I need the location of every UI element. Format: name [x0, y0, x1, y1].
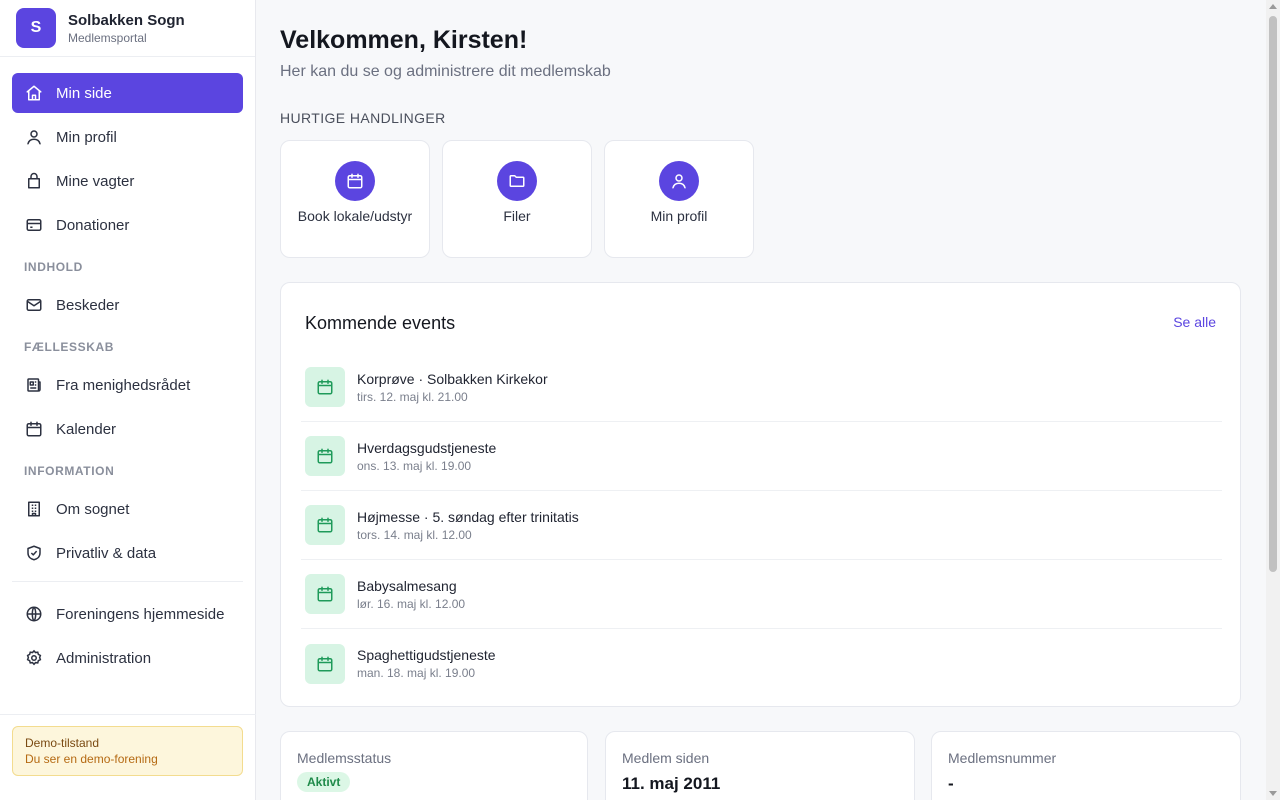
- main-content: Velkommen, Kirsten! Her kan du se og adm…: [256, 0, 1266, 800]
- sidebar-item-beskeder[interactable]: Beskeder: [12, 285, 243, 325]
- stat-value: -: [948, 774, 954, 793]
- quick-action-label: Filer: [503, 208, 531, 224]
- page-subtitle: Her kan du se og administrere dit medlem…: [280, 63, 611, 80]
- page-title: Velkommen, Kirsten!: [280, 26, 528, 54]
- list-item[interactable]: Spaghettigudstjeneste man. 18. maj kl. 1…: [301, 629, 1222, 698]
- sidebar-item-label: Fra menighedsrådet: [56, 376, 191, 394]
- calendar-icon: [305, 643, 345, 684]
- bag-icon: [24, 171, 44, 191]
- sidebar-item-fra-menighedsraadet[interactable]: Fra menighedsrådet: [12, 365, 243, 405]
- calendar-icon: [305, 367, 345, 407]
- nav-section-title: INFORMATION: [24, 464, 115, 478]
- sidebar-item-administration[interactable]: Administration: [12, 638, 243, 678]
- event-name: Højmesse · 5. søndag efter trinitatis: [357, 508, 579, 525]
- calendar-icon: [305, 574, 345, 614]
- quick-action-label: Min profil: [650, 208, 708, 224]
- calendar-icon: [305, 436, 345, 476]
- scroll-up-arrow-icon[interactable]: [1269, 4, 1277, 9]
- shield-icon: [24, 543, 44, 563]
- sidebar-nav: Min side Min profil Mine vagter Donation…: [0, 57, 255, 678]
- events-title: Kommende events: [305, 313, 456, 333]
- sidebar-item-label: Min profil: [56, 128, 117, 146]
- event-date: ons. 13. maj kl. 19.00: [357, 458, 472, 473]
- sidebar-item-label: Min side: [56, 84, 112, 102]
- list-item[interactable]: Hverdagsgudstjeneste ons. 13. maj kl. 19…: [301, 422, 1222, 491]
- event-name: Hverdagsgudstjeneste: [357, 439, 497, 456]
- event-date: tirs. 12. maj kl. 21.00: [357, 389, 468, 404]
- calendar-icon: [335, 161, 375, 201]
- sidebar-item-min-side[interactable]: Min side: [12, 73, 243, 113]
- nav-divider: [12, 581, 243, 582]
- sidebar-item-label: Donationer: [56, 216, 130, 234]
- event-name: Korprøve · Solbakken Kirkekor: [357, 370, 548, 387]
- sidebar-item-label: Privatliv & data: [56, 544, 157, 562]
- event-list: Korprøve · Solbakken Kirkekor tirs. 12. …: [301, 353, 1222, 698]
- demo-title: Demo-tilstand: [25, 736, 100, 750]
- sidebar-divider: [0, 714, 256, 715]
- demo-subtitle: Du ser en demo-forening: [25, 752, 158, 766]
- member-number-card: Medlemsnummer -: [931, 731, 1241, 800]
- event-date: tors. 14. maj kl. 12.00: [357, 527, 472, 542]
- list-item[interactable]: Babysalmesang lør. 16. maj kl. 12.00: [301, 560, 1222, 629]
- sidebar: S Solbakken Sogn Medlemsportal Min side …: [0, 0, 256, 800]
- brand[interactable]: S Solbakken Sogn Medlemsportal: [0, 0, 255, 57]
- sidebar-item-privatliv[interactable]: Privatliv & data: [12, 533, 243, 573]
- stat-label: Medlem siden: [622, 750, 710, 766]
- list-item[interactable]: Korprøve · Solbakken Kirkekor tirs. 12. …: [301, 353, 1222, 422]
- list-item[interactable]: Højmesse · 5. søndag efter trinitatis to…: [301, 491, 1222, 560]
- newspaper-icon: [24, 375, 44, 395]
- quick-action-profile[interactable]: Min profil: [604, 140, 754, 258]
- brand-logo: S: [16, 8, 56, 48]
- sidebar-item-donationer[interactable]: Donationer: [12, 205, 243, 245]
- demo-mode-notice: Demo-tilstand Du ser en demo-forening: [12, 726, 243, 776]
- stat-label: Medlemsstatus: [297, 750, 392, 766]
- sidebar-item-label: Mine vagter: [56, 172, 135, 190]
- sidebar-item-label: Om sognet: [56, 500, 130, 518]
- sidebar-item-kalender[interactable]: Kalender: [12, 409, 243, 449]
- quick-action-label: Book lokale/udstyr: [297, 208, 413, 224]
- status-badge: Aktivt: [297, 772, 351, 792]
- brand-name: Solbakken Sogn: [68, 11, 185, 29]
- member-since-card: Medlem siden 11. maj 2011: [605, 731, 915, 800]
- nav-section-title: INDHOLD: [24, 260, 83, 274]
- quick-actions-heading: HURTIGE HANDLINGER: [280, 110, 446, 126]
- sidebar-item-label: Beskeder: [56, 296, 120, 314]
- nav-section-title: FÆLLESSKAB: [24, 340, 114, 354]
- sidebar-item-label: Foreningens hjemmeside: [56, 605, 225, 623]
- sidebar-item-hjemmeside[interactable]: Foreningens hjemmeside: [12, 594, 243, 634]
- building-icon: [24, 499, 44, 519]
- sidebar-item-label: Administration: [56, 649, 152, 667]
- scroll-thumb[interactable]: [1269, 16, 1277, 572]
- brand-subtitle: Medlemsportal: [68, 30, 147, 45]
- home-icon: [24, 83, 44, 103]
- sidebar-item-mine-vagter[interactable]: Mine vagter: [12, 161, 243, 201]
- stat-value: 11. maj 2011: [622, 774, 721, 793]
- folder-icon: [497, 161, 537, 201]
- sidebar-item-min-profil[interactable]: Min profil: [12, 117, 243, 157]
- sidebar-item-om-sognet[interactable]: Om sognet: [12, 489, 243, 529]
- event-name: Babysalmesang: [357, 577, 457, 594]
- credit-card-icon: [24, 215, 44, 235]
- sidebar-item-label: Kalender: [56, 420, 117, 438]
- user-icon: [24, 127, 44, 147]
- calendar-icon: [305, 505, 345, 545]
- upcoming-events-card: Kommende events Se alle Korprøve · Solba…: [280, 282, 1241, 707]
- mail-icon: [24, 295, 44, 315]
- quick-action-files[interactable]: Filer: [442, 140, 592, 258]
- event-name: Spaghettigudstjeneste: [357, 647, 496, 663]
- quick-action-book[interactable]: Book lokale/udstyr: [280, 140, 430, 258]
- page-scrollbar[interactable]: [1266, 0, 1280, 800]
- see-all-link[interactable]: Se alle: [1173, 314, 1216, 330]
- scroll-down-arrow-icon[interactable]: [1269, 791, 1277, 796]
- globe-icon: [24, 604, 44, 624]
- membership-status-card: Medlemsstatus Aktivt: [280, 731, 588, 800]
- stat-label: Medlemsnummer: [948, 750, 1057, 766]
- user-icon: [659, 161, 699, 201]
- calendar-icon: [24, 419, 44, 439]
- gear-icon: [24, 648, 44, 668]
- event-date: lør. 16. maj kl. 12.00: [357, 596, 466, 611]
- event-date: man. 18. maj kl. 19.00: [357, 666, 476, 680]
